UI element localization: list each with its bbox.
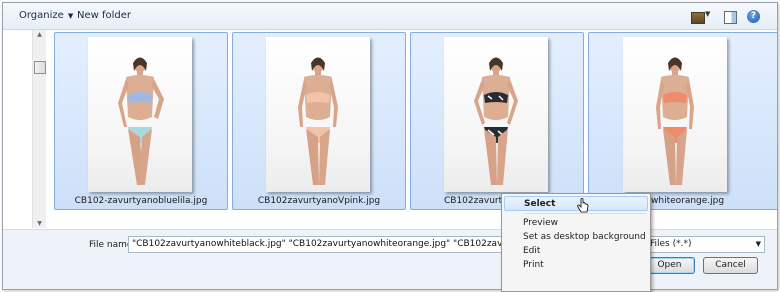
- vertical-scrollbar[interactable]: ▲ ▼: [32, 30, 46, 228]
- photo-thumbnail: [88, 37, 192, 192]
- file-type-select[interactable]: Files (*.*) ▼: [643, 236, 765, 253]
- menu-item-set-desktop-background[interactable]: Set as desktop background: [504, 230, 648, 245]
- toolbar: Organize ▼ New folder ▼ ?: [3, 3, 777, 30]
- photo-thumbnail: [623, 37, 727, 192]
- hand-cursor-icon: [577, 198, 589, 213]
- chevron-down-icon[interactable]: ▼: [705, 10, 710, 26]
- model-figure: [298, 57, 338, 185]
- new-folder-button[interactable]: New folder: [77, 10, 131, 21]
- model-figure: [656, 57, 694, 185]
- menu-item-edit[interactable]: Edit: [504, 244, 648, 259]
- organize-button[interactable]: Organize ▼: [19, 10, 73, 21]
- file-name-input[interactable]: "CB102zavurtyanowhiteblack.jpg" "CB102za…: [128, 236, 513, 253]
- file-dialog: Organize ▼ New folder ▼ ? ▲ ▼ CB102-zavu…: [2, 2, 778, 290]
- scroll-down-icon[interactable]: ▼: [33, 220, 46, 227]
- menu-item-select[interactable]: Select: [504, 196, 648, 211]
- file-item[interactable]: CB102-zavurtyanobluelila.jpg: [54, 32, 228, 210]
- file-name: whiteorange.jpg: [651, 196, 725, 206]
- model-figure: [118, 57, 164, 185]
- cancel-button[interactable]: Cancel: [703, 257, 758, 274]
- file-name: CB102zavurtyanoVpink.jpg: [257, 196, 381, 206]
- photo-thumbnail: [266, 37, 370, 192]
- top-swatch: [663, 92, 687, 103]
- top-swatch: [484, 92, 508, 103]
- menu-item-print[interactable]: Print: [504, 258, 648, 273]
- file-item[interactable]: CB102zavurtyano: [410, 32, 584, 210]
- file-type-value: Files (*.*): [650, 239, 692, 249]
- scroll-thumb[interactable]: [34, 61, 46, 74]
- file-item[interactable]: whiteorange.jpg: [588, 32, 777, 210]
- file-item[interactable]: CB102zavurtyanoVpink.jpg: [232, 32, 406, 210]
- help-icon[interactable]: ?: [747, 10, 760, 23]
- change-view-icon[interactable]: [691, 12, 705, 24]
- menu-item-preview[interactable]: Preview: [504, 216, 648, 231]
- scroll-up-icon[interactable]: ▲: [33, 31, 46, 38]
- model-figure: [474, 57, 518, 185]
- context-menu: Select Preview Set as desktop background…: [501, 193, 651, 292]
- preview-pane-icon[interactable]: [724, 11, 737, 24]
- top-swatch: [128, 92, 152, 103]
- open-button[interactable]: Open: [644, 257, 695, 274]
- chevron-down-icon: ▼: [67, 12, 74, 20]
- chevron-down-icon: ▼: [755, 240, 761, 248]
- photo-thumbnail: [444, 37, 548, 192]
- file-name: CB102-zavurtyanobluelila.jpg: [74, 196, 208, 206]
- footer-panel: File name: "CB102zavurtyanowhiteblack.jp…: [3, 229, 777, 289]
- organize-label: Organize: [19, 10, 64, 21]
- top-swatch: [306, 92, 330, 103]
